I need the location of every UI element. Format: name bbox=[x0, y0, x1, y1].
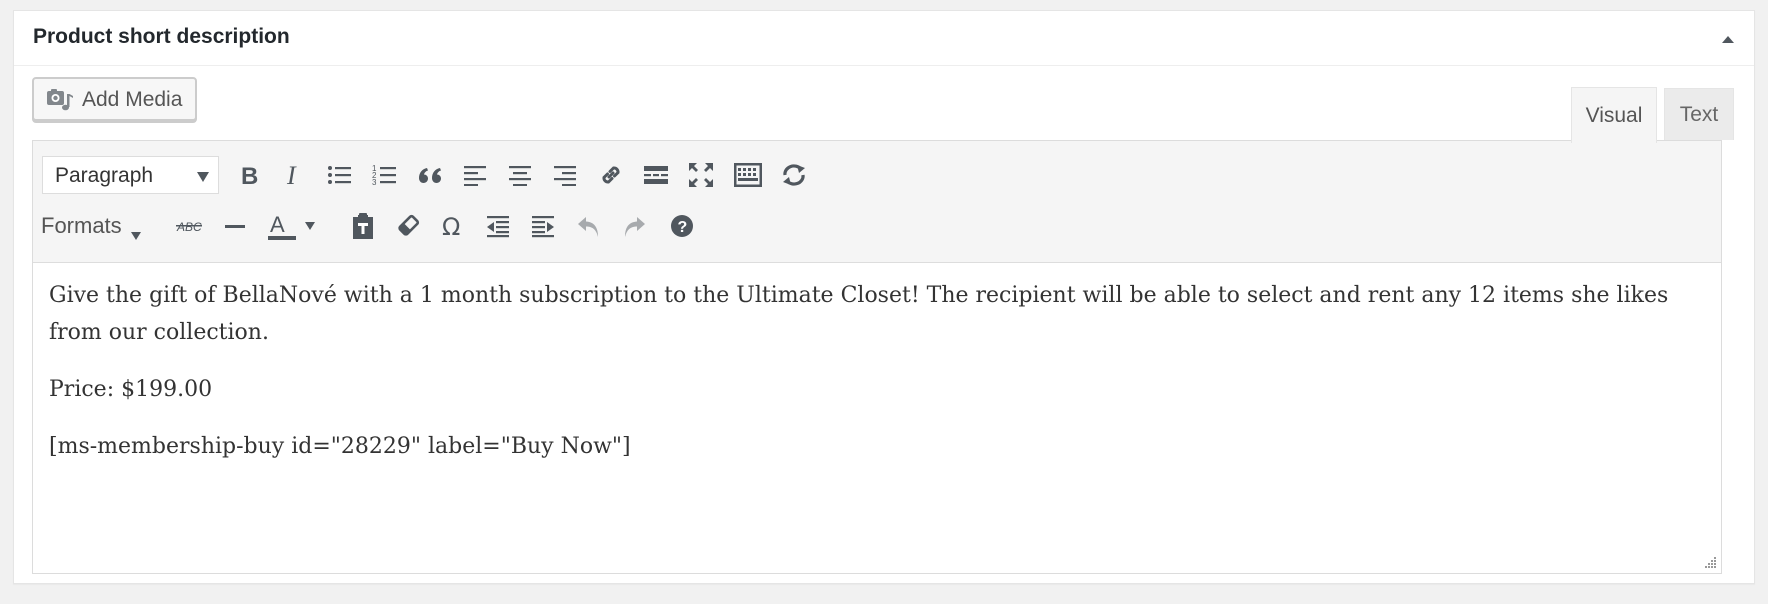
blockquote-icon bbox=[419, 168, 441, 183]
refresh-button[interactable] bbox=[775, 156, 813, 194]
svg-text:?: ? bbox=[678, 219, 688, 236]
paragraph-format-select[interactable]: Paragraph bbox=[42, 156, 219, 194]
eraser-icon bbox=[398, 214, 420, 236]
decrease-indent-button[interactable] bbox=[479, 207, 517, 245]
content-paragraph: [ms-membership-buy id="28229" label="Buy… bbox=[49, 434, 631, 459]
formats-dropdown[interactable]: Formats bbox=[41, 207, 142, 245]
bulleted-list-button[interactable] bbox=[321, 156, 359, 194]
format-select-value: Paragraph bbox=[55, 164, 154, 187]
editor-content[interactable]: Give the gift of BellaNové with a 1 mont… bbox=[33, 265, 1721, 547]
insert-link-button[interactable] bbox=[592, 156, 630, 194]
strikethrough-icon: ABC bbox=[176, 220, 202, 234]
toolbar-toggle-icon bbox=[734, 163, 762, 187]
undo-icon bbox=[578, 217, 598, 237]
horizontal-line-button[interactable] bbox=[216, 207, 254, 245]
redo-icon bbox=[625, 217, 645, 237]
special-character-button[interactable]: Ω bbox=[434, 207, 472, 245]
content-paragraph: Price: $199.00 bbox=[49, 377, 213, 402]
resize-handle-icon[interactable] bbox=[1703, 555, 1717, 569]
fullscreen-button[interactable] bbox=[682, 156, 720, 194]
product-short-description-box: Product short description Add Media Visu… bbox=[13, 10, 1755, 584]
horizontal-line-icon bbox=[225, 225, 245, 228]
svg-text:A: A bbox=[270, 212, 285, 237]
bold-icon: B bbox=[241, 163, 258, 187]
clear-formatting-button[interactable] bbox=[389, 207, 427, 245]
indent-icon bbox=[532, 216, 554, 238]
editor-toolbar: Paragraph B I 1 2 3 Formats ABC A Ω ? bbox=[33, 141, 1721, 263]
align-left-button[interactable] bbox=[456, 156, 494, 194]
bold-button[interactable]: B bbox=[230, 156, 268, 194]
svg-text:B: B bbox=[241, 163, 258, 187]
camera-music-icon bbox=[46, 88, 74, 112]
postbox-header: Product short description bbox=[14, 11, 1754, 66]
panel-title: Product short description bbox=[33, 25, 290, 48]
add-media-button[interactable]: Add Media bbox=[32, 77, 197, 121]
italic-icon: I bbox=[286, 163, 297, 187]
help-button[interactable]: ? bbox=[663, 207, 701, 245]
undo-button[interactable] bbox=[570, 207, 608, 245]
numbered-list-icon: 1 2 3 bbox=[372, 164, 396, 187]
formats-label: Formats bbox=[41, 213, 122, 238]
increase-indent-button[interactable] bbox=[524, 207, 562, 245]
align-right-button[interactable] bbox=[546, 156, 584, 194]
blockquote-button[interactable] bbox=[411, 156, 449, 194]
text-color-button[interactable]: A bbox=[261, 207, 301, 245]
rich-text-editor: Paragraph B I 1 2 3 Formats ABC A Ω ? Gi… bbox=[32, 140, 1722, 574]
text-color-icon: A bbox=[268, 212, 296, 240]
redo-button[interactable] bbox=[615, 207, 653, 245]
bulleted-list-icon bbox=[328, 166, 351, 184]
svg-text:ABC: ABC bbox=[176, 220, 202, 234]
toolbar-toggle-button[interactable] bbox=[725, 156, 771, 194]
add-media-label: Add Media bbox=[82, 88, 183, 111]
svg-text:Ω: Ω bbox=[442, 213, 460, 239]
align-center-icon bbox=[509, 166, 531, 186]
tab-visual[interactable]: Visual bbox=[1571, 87, 1657, 143]
svg-text:3: 3 bbox=[372, 178, 377, 187]
numbered-list-button[interactable]: 1 2 3 bbox=[366, 156, 404, 194]
fullscreen-icon bbox=[689, 163, 713, 187]
caret-down-icon bbox=[130, 221, 142, 240]
omega-icon: Ω bbox=[442, 213, 460, 239]
align-left-icon bbox=[464, 166, 486, 186]
caret-down-icon bbox=[305, 222, 315, 230]
text-color-dropdown[interactable] bbox=[297, 207, 323, 245]
svg-text:I: I bbox=[286, 163, 297, 187]
content-paragraph: Give the gift of BellaNové with a 1 mont… bbox=[49, 283, 1669, 345]
refresh-icon bbox=[783, 164, 805, 186]
strikethrough-button[interactable]: ABC bbox=[171, 207, 209, 245]
italic-button[interactable]: I bbox=[274, 156, 312, 194]
link-icon bbox=[602, 166, 620, 184]
help-icon: ? bbox=[671, 215, 693, 237]
align-center-button[interactable] bbox=[501, 156, 539, 194]
outdent-icon bbox=[487, 216, 509, 238]
dropdown-arrow-icon bbox=[196, 170, 210, 182]
read-more-icon bbox=[644, 166, 668, 184]
read-more-button[interactable] bbox=[637, 156, 675, 194]
align-right-icon bbox=[554, 166, 576, 186]
collapse-toggle-icon[interactable] bbox=[1716, 29, 1740, 49]
paste-as-text-button[interactable] bbox=[344, 207, 382, 245]
tab-text[interactable]: Text bbox=[1664, 88, 1734, 140]
paste-as-text-icon bbox=[353, 213, 373, 239]
editor-statusbar bbox=[33, 546, 1721, 573]
